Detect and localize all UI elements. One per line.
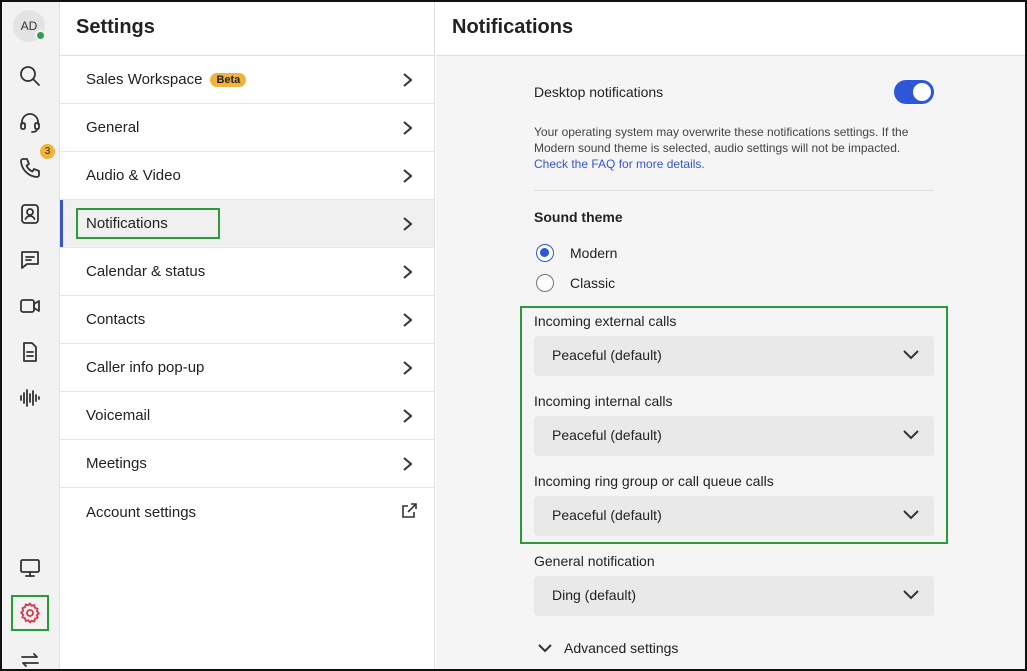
notifications-pane: Notifications Desktop notifications Your… [436, 2, 1025, 669]
video-icon[interactable] [11, 288, 49, 324]
nav-rail: AD 3 [2, 2, 60, 669]
general-notification-label: General notification [534, 553, 655, 569]
menu-item-label: General [86, 119, 140, 136]
settings-item-audio-video[interactable]: Audio & Video [60, 152, 434, 200]
gear-icon[interactable] [11, 595, 49, 631]
audio-wave-icon[interactable] [11, 380, 49, 416]
theme-classic-option[interactable]: Classic [536, 274, 615, 292]
menu-item-label: Audio & Video [86, 167, 181, 184]
select-value: Peaceful (default) [552, 507, 662, 523]
theme-modern-option[interactable]: Modern [536, 244, 617, 262]
external-link-icon [400, 502, 418, 524]
menu-item-label: Contacts [86, 311, 146, 328]
search-icon[interactable] [11, 58, 49, 94]
select-value: Peaceful (default) [552, 427, 662, 443]
help-text-block: Your operating system may overwrite thes… [534, 124, 924, 172]
ring-group-select[interactable]: Peaceful (default) [534, 496, 934, 536]
document-icon[interactable] [11, 334, 49, 370]
menu-item-label: Calendar & status [86, 263, 206, 280]
menu-item-label: Sales Workspace [86, 71, 203, 88]
chevron-right-icon [400, 120, 414, 135]
monitor-icon[interactable] [11, 550, 49, 586]
swap-arrows-icon[interactable] [11, 642, 49, 669]
radio-classic[interactable] [536, 274, 554, 292]
radio-modern[interactable] [536, 244, 554, 262]
chevron-right-icon [400, 360, 414, 375]
select-value: Ding (default) [552, 587, 637, 603]
settings-item-sales-workspace[interactable]: Sales Workspace Beta [60, 56, 434, 104]
select-value: Peaceful (default) [552, 347, 662, 363]
ring-group-label: Incoming ring group or call queue calls [534, 473, 774, 489]
contacts-icon[interactable] [11, 196, 49, 232]
settings-panel: Settings Sales Workspace Beta General Au… [60, 2, 435, 669]
headset-icon[interactable] [11, 104, 49, 140]
internal-calls-label: Incoming internal calls [534, 393, 673, 409]
menu-item-label: Caller info pop-up [86, 359, 205, 376]
settings-title: Settings [60, 2, 434, 56]
menu-item-label: Notifications [76, 208, 220, 239]
internal-calls-select[interactable]: Peaceful (default) [534, 416, 934, 456]
settings-item-account-settings[interactable]: Account settings [60, 488, 434, 536]
divider [534, 190, 934, 191]
chat-icon[interactable] [11, 242, 49, 278]
chevron-right-icon [400, 312, 414, 327]
chevron-right-icon [400, 456, 414, 471]
phone-badge: 3 [40, 144, 55, 159]
chevron-right-icon [400, 216, 414, 231]
avatar[interactable]: AD [13, 10, 46, 42]
general-notification-select[interactable]: Ding (default) [534, 576, 934, 616]
beta-badge: Beta [210, 72, 247, 87]
chevron-down-icon [902, 508, 920, 525]
chevron-down-icon [902, 428, 920, 445]
advanced-settings-toggle[interactable]: Advanced settings [538, 640, 678, 656]
advanced-settings-label: Advanced settings [564, 640, 679, 656]
chevron-right-icon [400, 408, 414, 423]
desktop-notifications-row: Desktop notifications [534, 80, 934, 104]
toggle-knob [913, 83, 931, 101]
settings-item-voicemail[interactable]: Voicemail [60, 392, 434, 440]
menu-item-label: Meetings [86, 455, 147, 472]
desktop-notifications-toggle[interactable] [894, 80, 934, 104]
external-calls-select[interactable]: Peaceful (default) [534, 336, 934, 376]
theme-modern-label: Modern [570, 245, 618, 261]
settings-item-caller-info[interactable]: Caller info pop-up [60, 344, 434, 392]
faq-link[interactable]: Check the FAQ for more details. [534, 157, 705, 171]
settings-item-calendar-status[interactable]: Calendar & status [60, 248, 434, 296]
settings-item-meetings[interactable]: Meetings [60, 440, 434, 488]
external-calls-label: Incoming external calls [534, 313, 677, 329]
chevron-right-icon [400, 168, 414, 183]
settings-item-general[interactable]: General [60, 104, 434, 152]
chevron-right-icon [400, 264, 414, 279]
menu-item-label: Voicemail [86, 407, 151, 424]
help-text: Your operating system may overwrite thes… [534, 125, 909, 155]
chevron-down-icon [538, 644, 552, 653]
page-title: Notifications [436, 2, 1025, 56]
sound-theme-title: Sound theme [534, 209, 623, 225]
settings-item-notifications[interactable]: Notifications [60, 200, 434, 248]
presence-indicator [35, 30, 46, 41]
avatar-initials: AD [20, 19, 38, 33]
desktop-notifications-label: Desktop notifications [534, 84, 664, 100]
settings-item-contacts[interactable]: Contacts [60, 296, 434, 344]
chevron-down-icon [902, 588, 920, 605]
app-window: AD 3 Settings Sales Workspace Beta Gener… [0, 0, 1027, 671]
chevron-down-icon [902, 348, 920, 365]
theme-classic-label: Classic [570, 275, 616, 291]
menu-item-label: Account settings [86, 503, 197, 521]
chevron-right-icon [400, 72, 414, 87]
